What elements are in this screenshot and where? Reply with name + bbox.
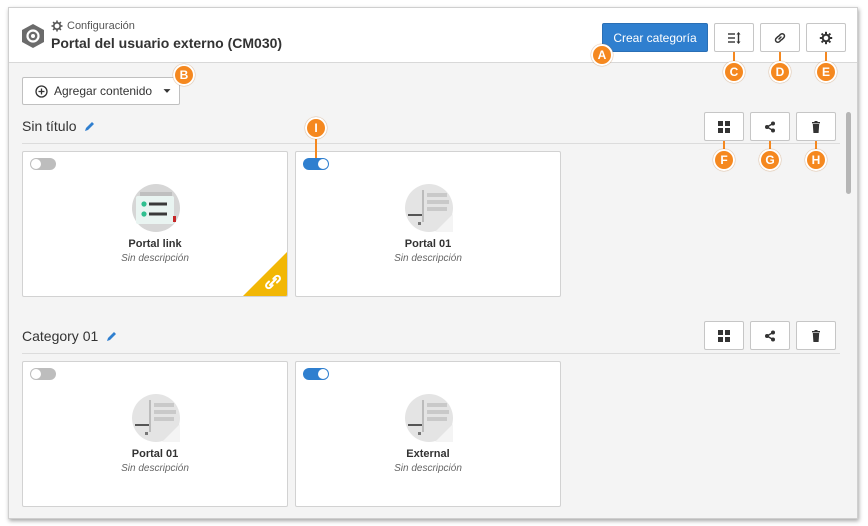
callout-d: D: [769, 61, 791, 83]
card-title: External: [406, 448, 450, 460]
plus-circle-icon: [35, 84, 48, 98]
card-toggle[interactable]: [303, 368, 329, 380]
card-toggle[interactable]: [303, 158, 329, 170]
app-window: Configuración Portal del usuario externo…: [8, 7, 858, 519]
share-icon: [765, 121, 775, 132]
callout-e: E: [815, 61, 837, 83]
link-icon: [774, 32, 786, 43]
grid-icon: [718, 120, 730, 133]
layout-button[interactable]: [704, 321, 744, 350]
share-button[interactable]: [750, 112, 790, 141]
section-title: Category 01: [22, 328, 118, 344]
edit-icon[interactable]: [84, 120, 96, 132]
portal-icon: [132, 394, 180, 442]
callout-i: I: [305, 117, 327, 139]
page-header: Configuración Portal del usuario externo…: [9, 8, 857, 63]
breadcrumb: Configuración: [51, 20, 135, 32]
add-content-label: Agregar contenido: [54, 84, 153, 98]
callout-f: F: [713, 149, 735, 171]
vertical-scrollbar[interactable]: [846, 112, 851, 194]
caret-down-icon: [163, 89, 171, 93]
share-button[interactable]: [750, 321, 790, 350]
delete-button[interactable]: [796, 112, 836, 141]
card-description: Sin descripción: [394, 463, 462, 474]
settings-icon: [819, 31, 833, 44]
create-category-button[interactable]: Crear categoría: [602, 23, 708, 52]
section-title-label: Category 01: [22, 328, 99, 344]
edit-icon[interactable]: [106, 330, 118, 342]
card-title: Portal link: [128, 238, 182, 250]
card-title: Portal 01: [131, 448, 179, 460]
callout-i-stem: [315, 138, 317, 158]
link-button[interactable]: [760, 23, 800, 52]
callout-g: G: [759, 149, 781, 171]
portal-icon: [405, 394, 453, 442]
card-description: Sin descripción: [121, 463, 189, 474]
callout-a: A: [591, 44, 613, 66]
layout-button[interactable]: [704, 112, 744, 141]
section-divider: [22, 353, 840, 354]
content-card[interactable]: Portal link Sin descripción: [22, 151, 288, 297]
card-description: Sin descripción: [394, 253, 462, 264]
page-title: Portal del usuario externo (CM030): [51, 35, 283, 51]
portal-icon: [405, 184, 453, 232]
content-card[interactable]: Portal 01 Sin descripción: [22, 361, 288, 507]
sort-icon: [728, 31, 741, 44]
card-toggle[interactable]: [30, 158, 56, 170]
section-title-label: Sin título: [22, 118, 77, 134]
sort-button[interactable]: [714, 23, 754, 52]
gear-icon: [51, 20, 63, 32]
portal-link-icon: [132, 184, 180, 232]
add-content-button[interactable]: Agregar contenido: [22, 77, 180, 105]
breadcrumb-label: Configuración: [67, 20, 135, 32]
settings-button[interactable]: [806, 23, 846, 52]
card-toggle[interactable]: [30, 368, 56, 380]
content-card[interactable]: External Sin descripción: [295, 361, 561, 507]
callout-b: B: [173, 64, 195, 86]
section-divider: [22, 143, 840, 144]
trash-icon: [812, 120, 820, 133]
section-title: Sin título: [22, 118, 96, 134]
card-title: Portal 01: [404, 238, 452, 250]
app-logo-icon: [22, 24, 44, 48]
callout-c: C: [723, 61, 745, 83]
grid-icon: [718, 329, 730, 342]
content-card[interactable]: Portal 01 Sin descripción: [295, 151, 561, 297]
callout-h: H: [805, 149, 827, 171]
trash-icon: [812, 329, 820, 342]
share-icon: [765, 330, 775, 341]
link-badge-icon: [243, 252, 287, 296]
delete-button[interactable]: [796, 321, 836, 350]
